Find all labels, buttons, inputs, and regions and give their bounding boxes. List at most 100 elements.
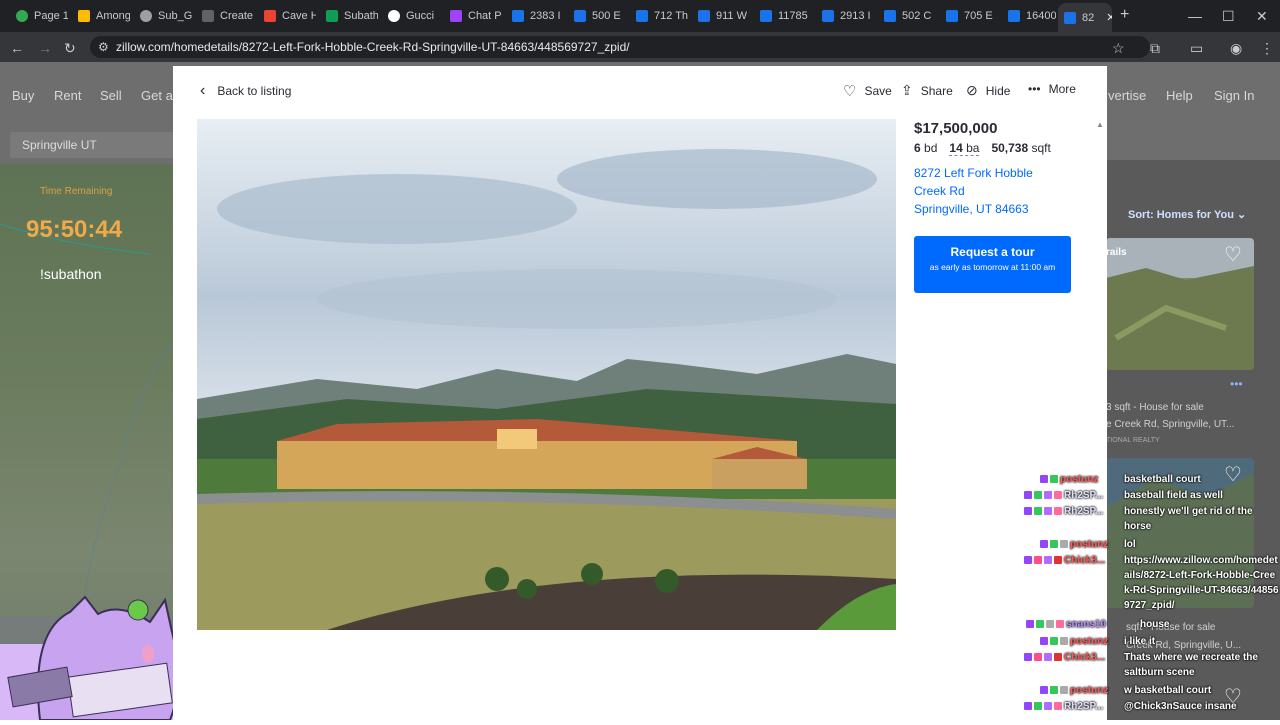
new-tab-icon[interactable]: + xyxy=(1120,6,1129,24)
maximize-icon[interactable]: ☐ xyxy=(1222,8,1235,25)
address-bar-row: ← → ↻ ⚙ zillow.com/homedetails/8272-Left-… xyxy=(0,32,1280,62)
close-window-icon[interactable]: ✕ xyxy=(1256,8,1268,25)
browser-tab[interactable]: 2913 I xyxy=(816,4,874,28)
location-search-input[interactable]: Springville UT xyxy=(10,132,175,158)
browser-tab[interactable]: 705 E xyxy=(940,4,998,28)
browser-tab[interactable]: Cave H xyxy=(258,4,316,28)
more-options-icon[interactable]: ••• xyxy=(1230,377,1243,391)
more-label: More xyxy=(1048,82,1076,96)
browser-tab[interactable]: 2383 I xyxy=(506,4,564,28)
tab-favicon-icon xyxy=(636,10,648,22)
browser-tab[interactable]: Sub_G xyxy=(134,4,192,28)
browser-tab[interactable]: 16400 xyxy=(1002,4,1056,28)
tour-subtitle: as early as tomorrow at 11:00 am xyxy=(929,262,1056,272)
site-info-icon[interactable]: ⚙ xyxy=(98,36,109,58)
browser-tab[interactable]: Subath xyxy=(320,4,378,28)
tab-label: 705 E xyxy=(964,10,993,22)
tab-favicon-icon xyxy=(140,10,152,22)
beds-fact: 6 bd xyxy=(914,141,938,155)
nav-rent[interactable]: Rent xyxy=(54,88,81,103)
tab-favicon-icon xyxy=(946,10,958,22)
tab-label: Chat P xyxy=(468,10,502,22)
nav-help[interactable]: Help xyxy=(1166,88,1193,103)
save-label: Save xyxy=(864,84,892,98)
reload-icon[interactable]: ↻ xyxy=(64,40,76,57)
listing-tag: rails xyxy=(1106,247,1127,258)
nav-sell[interactable]: Sell xyxy=(100,88,122,103)
bookmark-star-icon[interactable]: ☆ xyxy=(1112,40,1125,57)
nav-get-agent[interactable]: Get a xyxy=(141,88,173,103)
browser-tab[interactable]: Among xyxy=(72,4,130,28)
sort-dropdown[interactable]: Sort: Homes for You ⌄ xyxy=(1128,208,1246,221)
back-label: Back to listing xyxy=(217,84,292,98)
estate-photo xyxy=(197,119,896,630)
tab-favicon-icon xyxy=(760,10,772,22)
nav-advertise[interactable]: vertise xyxy=(1108,88,1146,103)
browser-tab[interactable]: Create xyxy=(196,4,254,28)
tab-favicon-icon xyxy=(78,10,90,22)
nav-buy[interactable]: Buy xyxy=(12,88,34,103)
back-arrow-icon[interactable]: ← xyxy=(10,40,24,56)
browser-tab[interactable]: Chat P xyxy=(444,4,502,28)
listing-facts: 6 bd 14 ba 50,738 sqft xyxy=(914,141,1051,156)
browser-tab[interactable]: Page 1 xyxy=(10,4,68,28)
favorite-heart-icon[interactable]: ♡ xyxy=(1224,242,1242,267)
chat-message: i like it xyxy=(1124,636,1156,647)
chevron-left-icon: ‹ xyxy=(200,82,206,99)
chevron-down-icon: ⌄ xyxy=(1237,209,1247,221)
chat-message: honestly we'll get rid of the horse xyxy=(1124,506,1253,532)
chat-message: @Chick3nSauce insane xyxy=(1124,701,1237,712)
request-tour-button[interactable]: Request a tour as early as tomorrow at 1… xyxy=(914,236,1071,293)
baths-fact[interactable]: 14 ba xyxy=(949,141,980,156)
scroll-up-icon[interactable]: ▲ xyxy=(1096,120,1104,129)
tab-label: 712 Th xyxy=(654,10,688,22)
menu-dots-icon[interactable]: ⋮ xyxy=(1260,40,1274,57)
browser-tab[interactable]: 502 C xyxy=(878,4,936,28)
tab-label: Among xyxy=(96,10,130,22)
url-text: zillow.com/homedetails/8272-Left-Fork-Ho… xyxy=(116,40,630,54)
browser-tab[interactable]: 911 W xyxy=(692,4,750,28)
chat-username: snans10 xyxy=(1026,618,1106,631)
chat-message: baseball field as well xyxy=(1124,490,1223,501)
browser-tab[interactable]: Gucci xyxy=(382,4,440,28)
listing-address[interactable]: 8272 Left Fork Hobble Creek Rd Springvil… xyxy=(914,164,1064,218)
tab-favicon-icon xyxy=(574,10,586,22)
tab-label: 11785 xyxy=(778,10,808,22)
chat-message: house xyxy=(1140,619,1170,630)
listing-price: $17,500,000 xyxy=(914,120,998,137)
chat-username: Rh2SP... xyxy=(1024,700,1103,713)
share-button[interactable]: ⇪ Share xyxy=(901,82,953,99)
browser-tab[interactable]: 11785 xyxy=(754,4,812,28)
browser-tab-active[interactable]: 82 ✕ xyxy=(1058,3,1112,32)
address-line-3: Springville, UT 84663 xyxy=(914,202,1029,216)
chat-message: w basketball court xyxy=(1124,685,1212,696)
subathon-command: !subathon xyxy=(40,266,102,282)
url-input[interactable]: ⚙ zillow.com/homedetails/8272-Left-Fork-H… xyxy=(90,36,1150,58)
hide-button[interactable]: ⊘ Hide xyxy=(966,82,1010,99)
nav-sign-in[interactable]: Sign In xyxy=(1214,88,1254,103)
browser-tab[interactable]: 500 E xyxy=(568,4,626,28)
listing-address: e Creek Rd, Springville, UT... xyxy=(1106,419,1235,430)
forward-arrow-icon[interactable]: → xyxy=(38,40,52,56)
chat-message: lol xyxy=(1124,539,1136,550)
browser-tab-bar: Page 1 Among Sub_G Create Cave H Subath … xyxy=(0,0,1280,32)
cast-icon[interactable]: ▭ xyxy=(1190,40,1203,57)
chat-username: postunz xyxy=(1040,635,1108,648)
tab-label: 911 W xyxy=(716,10,747,22)
subathon-timer: 95:50:44 xyxy=(26,216,123,243)
tab-favicon-icon xyxy=(698,10,710,22)
extensions-icon[interactable]: ⧉ xyxy=(1150,40,1160,57)
back-to-listing-link[interactable]: ‹ Back to listing xyxy=(200,82,291,100)
tab-favicon-icon xyxy=(512,10,524,22)
address-line-1: 8272 Left Fork Hobble xyxy=(914,166,1033,180)
more-button[interactable]: ••• More xyxy=(1028,82,1076,96)
close-tab-icon[interactable]: ✕ xyxy=(1106,11,1112,24)
hide-label: Hide xyxy=(985,83,1011,98)
browser-tab[interactable]: 712 Th xyxy=(630,4,688,28)
heart-icon: ♡ xyxy=(843,83,857,100)
profile-icon[interactable]: ◉ xyxy=(1230,40,1242,57)
minimize-icon[interactable]: — xyxy=(1188,8,1202,24)
hide-icon: ⊘ xyxy=(966,82,978,98)
listing-main-photo[interactable] xyxy=(197,119,896,630)
save-button[interactable]: ♡ Save xyxy=(843,82,892,100)
